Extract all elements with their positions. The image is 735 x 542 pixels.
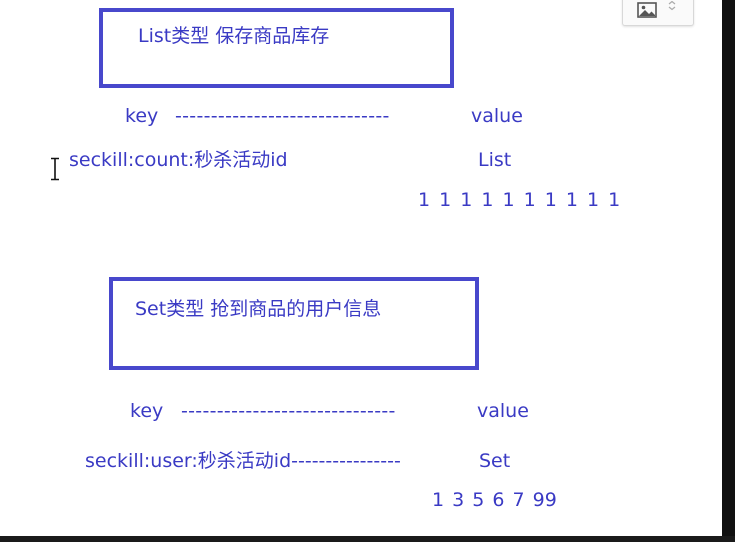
text-cursor-icon	[51, 157, 59, 181]
list-type-title: List类型 保存商品库存	[138, 25, 330, 47]
set-entry-type: Set	[479, 450, 511, 472]
list-entry-type: List	[478, 149, 512, 171]
window-edge-right	[722, 0, 735, 542]
set-key-value-separator: ------------------------------	[181, 400, 396, 422]
chevron-down-icon	[668, 1, 676, 11]
list-type-title-box: List类型 保存商品库存	[99, 8, 454, 88]
list-value-label: value	[471, 105, 523, 127]
list-entry-key: seckill:count:秒杀活动id	[69, 149, 288, 171]
set-entry-key: seckill:user:秒杀活动id----------------	[85, 450, 401, 472]
list-key-label: key	[125, 105, 159, 127]
image-icon	[637, 2, 657, 18]
list-entry-values: 1 1 1 1 1 1 1 1 1 1	[418, 189, 621, 211]
window-edge-bottom	[0, 536, 735, 542]
set-key-label: key	[130, 400, 164, 422]
set-type-title: Set类型 抢到商品的用户信息	[135, 298, 382, 320]
image-toolbar-button[interactable]	[622, 0, 694, 26]
set-type-title-box: Set类型 抢到商品的用户信息	[109, 277, 479, 370]
set-value-label: value	[477, 400, 529, 422]
list-key-value-separator: ------------------------------	[175, 105, 390, 127]
set-entry-values: 1 3 5 6 7 99	[432, 489, 557, 511]
